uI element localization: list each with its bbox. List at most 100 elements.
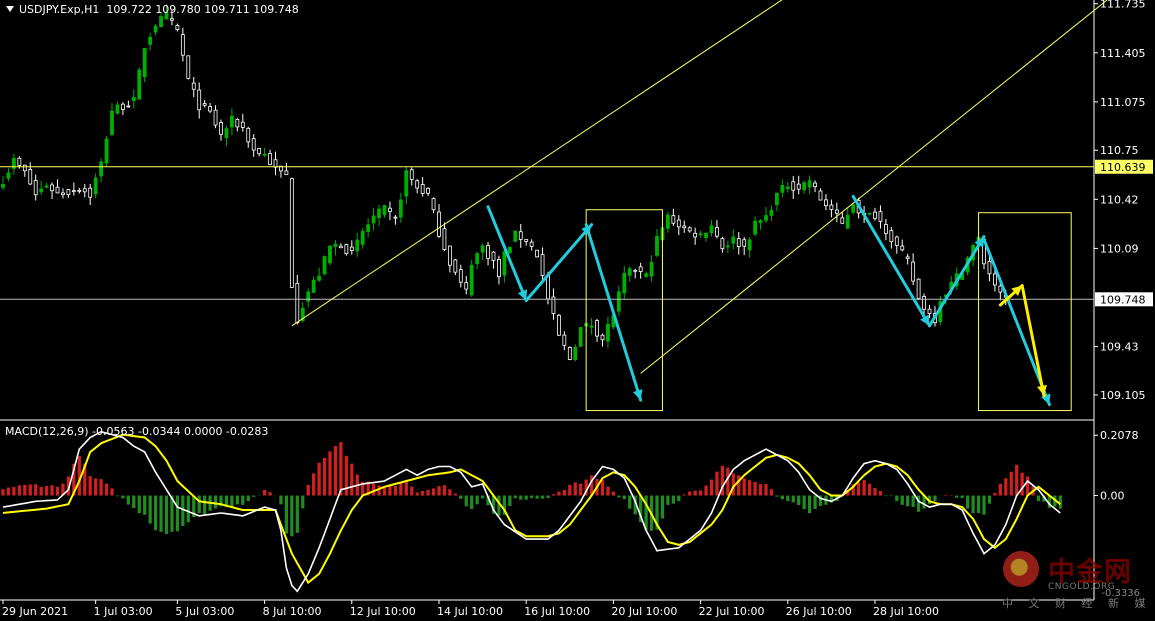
bull-candle <box>328 245 332 264</box>
level-price-label: 110.639 <box>1100 161 1146 174</box>
cyan-arrow <box>584 223 643 402</box>
bull-candle <box>845 214 850 229</box>
highlight-box <box>585 209 663 412</box>
bull-candle <box>99 161 103 177</box>
bear-candle <box>458 269 463 283</box>
bull-candle <box>262 153 267 156</box>
bull-candle <box>573 346 578 360</box>
bear-candle <box>884 224 888 234</box>
macd-title: MACD(12,26,9) -0.0563 -0.0344 0.0000 -0.… <box>5 425 269 438</box>
bull-candle <box>1 184 5 188</box>
time-tick-label: 1 Jul 03:00 <box>94 605 153 618</box>
bear-candle <box>993 273 997 286</box>
bear-candle <box>486 245 490 259</box>
bear-candle <box>529 241 534 247</box>
price-tick-label: 110.42 <box>1100 193 1139 206</box>
chart-svg: 111.735 111.405 111.075 110.75 110.42 110.09 1… <box>0 0 1153 618</box>
bear-candle <box>497 259 501 278</box>
bull-candle <box>475 253 480 265</box>
bear-candle <box>927 308 932 314</box>
bull-candle <box>480 245 485 253</box>
bear-candle <box>742 239 747 247</box>
time-tick-label: 26 Jul 10:00 <box>786 605 852 618</box>
bull-candle <box>469 264 474 296</box>
symbol-info: USDJPY.Exp,H1 109.722 109.780 109.711 10… <box>19 3 299 16</box>
bear-candle <box>720 238 725 250</box>
bull-candle <box>371 215 376 224</box>
bull-candle <box>649 261 654 277</box>
time-tick-label: 5 Jul 03:00 <box>175 605 234 618</box>
time-tick-label: 12 Jul 10:00 <box>350 605 416 618</box>
bull-candle <box>698 233 703 236</box>
bull-candle <box>230 115 234 128</box>
bull-candle <box>6 172 11 179</box>
bear-candle <box>251 138 256 151</box>
bull-candle <box>622 273 627 294</box>
bear-candle <box>257 147 262 155</box>
symbol-title: USDJPY.Exp,H1 109.722 109.780 109.711 10… <box>6 3 299 16</box>
time-axis: 29 Jun 2021 1 Jul 03:00 5 Jul 03:00 8 Jul 1… <box>2 600 939 618</box>
bull-candle <box>110 110 114 136</box>
bull-candle <box>115 104 120 114</box>
dropdown-triangle-icon[interactable] <box>6 6 14 12</box>
bull-candle <box>616 291 621 312</box>
bear-candle <box>61 192 65 196</box>
bull-candle <box>747 239 752 251</box>
bull-candle <box>731 236 736 244</box>
bear-candle <box>284 170 289 176</box>
bull-candle <box>322 256 327 275</box>
cyan-arrow <box>524 223 594 302</box>
bull-candle <box>507 247 512 254</box>
bear-candle <box>219 122 223 135</box>
bull-candle <box>360 231 365 245</box>
bear-candle <box>818 190 823 201</box>
bull-candle <box>44 185 49 188</box>
bear-candle <box>687 227 692 232</box>
bear-candle <box>557 314 561 336</box>
bull-candle <box>513 230 518 242</box>
bull-candle <box>93 177 98 195</box>
bull-candle <box>758 220 763 223</box>
time-tick-label: 8 Jul 10:00 <box>263 605 322 618</box>
candles <box>1 4 1008 362</box>
bull-candle <box>606 323 610 342</box>
bear-candle <box>546 274 550 300</box>
bear-candle <box>426 187 430 194</box>
bull-candle <box>377 208 381 219</box>
bear-candle <box>197 89 202 111</box>
bull-candle <box>764 215 768 221</box>
bear-candle <box>535 249 539 258</box>
bull-candle <box>725 245 730 248</box>
bull-candle <box>753 220 757 235</box>
bear-candle <box>894 236 899 246</box>
bear-candle <box>17 157 22 166</box>
bear-candle <box>191 82 196 90</box>
cngold-logo-icon <box>1003 551 1039 587</box>
bull-candle <box>704 232 708 238</box>
bull-candle <box>153 25 158 33</box>
bear-candle <box>889 230 894 243</box>
bear-candle <box>246 127 251 143</box>
bear-candle <box>186 55 191 79</box>
bull-candle <box>159 16 163 28</box>
bear-candle <box>676 219 681 228</box>
bear-candle <box>671 215 676 224</box>
highlight-box <box>978 212 1072 412</box>
bear-candle <box>633 269 638 272</box>
bear-candle <box>829 204 834 210</box>
bear-candle <box>170 18 174 21</box>
bear-candle <box>180 34 185 56</box>
annotations <box>0 0 1108 412</box>
bull-candle <box>709 225 714 234</box>
bull-candle <box>780 184 785 193</box>
bear-candle <box>796 183 801 190</box>
bear-candle <box>491 251 496 261</box>
bear-candle <box>911 261 916 282</box>
bear-candle <box>268 153 272 165</box>
bull-candle <box>398 199 403 218</box>
bear-candle <box>682 225 687 229</box>
bull-candle <box>382 205 387 215</box>
bull-candle <box>655 235 659 256</box>
watermark: 中金网 CNGOLD.ORG 中 文 财 经 新 媒 体 <box>1000 548 1155 614</box>
bear-candle <box>638 266 643 272</box>
